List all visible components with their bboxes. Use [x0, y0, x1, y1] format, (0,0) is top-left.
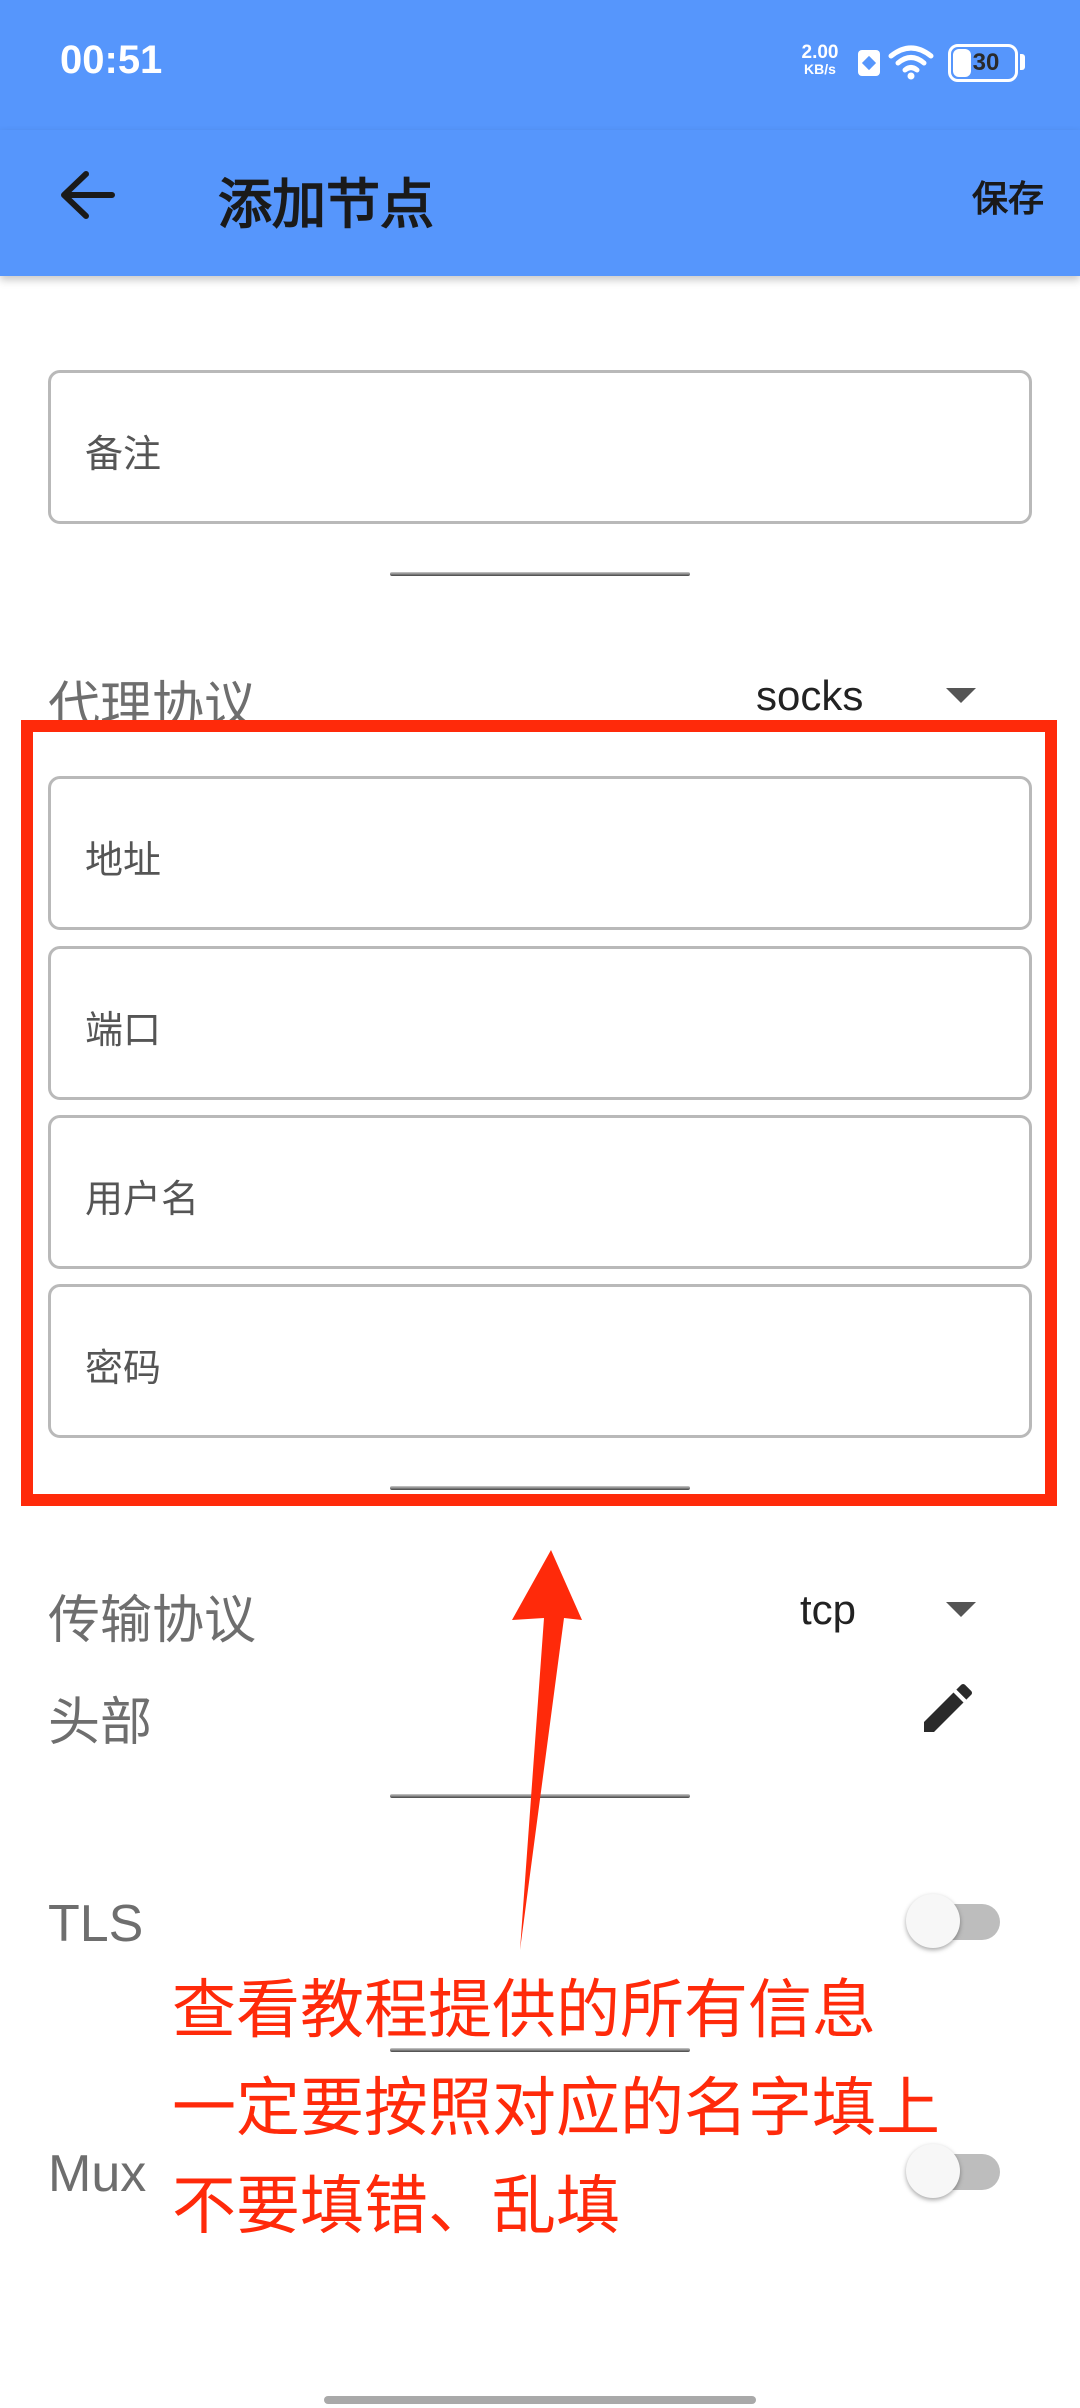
network-speed-value: 2.00: [801, 42, 839, 63]
sim-card-icon: [858, 50, 880, 76]
status-time: 00:51: [60, 38, 163, 82]
status-bar: 00:51 2.00 KB/s 30: [0, 0, 1080, 130]
annotation-highlight-box: [21, 720, 1057, 1506]
remarks-placeholder: 备注: [85, 432, 162, 476]
battery-level: 30: [972, 49, 1000, 76]
battery-icon: 30: [948, 44, 1018, 82]
annotation-arrow-icon: [512, 1550, 582, 1950]
app-bar: 添加节点 保存: [0, 130, 1080, 276]
proxy-protocol-dropdown-icon[interactable]: [946, 688, 976, 703]
page-title: 添加节点: [218, 173, 434, 236]
annotation-text: 查看教程提供的所有信息 一定要按照对应的名字填上 不要填错、乱填: [172, 1962, 940, 2256]
network-speed-unit: KB/s: [804, 61, 836, 77]
annotation-line-1: 查看教程提供的所有信息: [172, 1974, 876, 2048]
transport-protocol-label: 传输协议: [48, 1591, 257, 1651]
wifi-icon: [888, 45, 934, 80]
transport-protocol-select[interactable]: tcp: [800, 1586, 856, 1634]
annotation-line-2: 一定要按照对应的名字填上: [172, 2072, 940, 2146]
remarks-field[interactable]: 备注: [48, 370, 1032, 524]
tls-toggle[interactable]: [906, 1894, 1002, 1948]
annotation-line-3: 不要填错、乱填: [172, 2170, 620, 2244]
mux-label: Mux: [48, 2145, 147, 2203]
home-indicator[interactable]: [324, 2396, 756, 2404]
transport-protocol-dropdown-icon[interactable]: [946, 1602, 976, 1617]
pencil-icon[interactable]: [916, 1676, 980, 1740]
save-button[interactable]: 保存: [972, 170, 1044, 222]
tls-toggle-thumb: [906, 1894, 960, 1948]
battery-cap: [1020, 54, 1025, 70]
network-speed-indicator: 2.00 KB/s: [790, 42, 850, 77]
proxy-protocol-select[interactable]: socks: [756, 672, 863, 720]
section-divider: [390, 572, 690, 576]
tls-label: TLS: [48, 1895, 144, 1953]
back-arrow-icon[interactable]: [52, 160, 122, 230]
header-label: 头部: [48, 1693, 153, 1753]
